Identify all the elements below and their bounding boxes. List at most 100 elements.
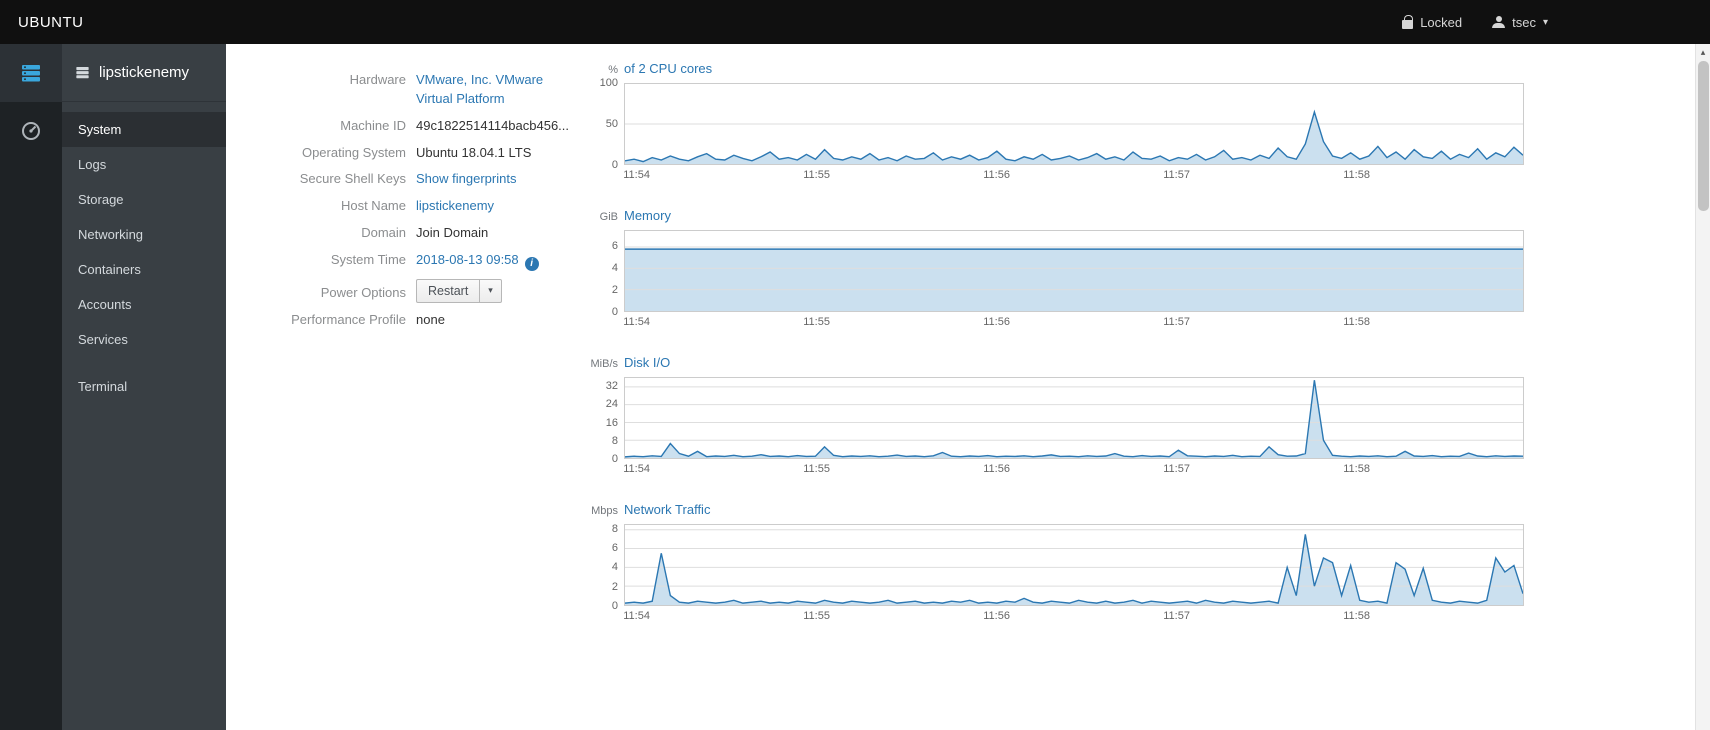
scrollbar[interactable]: ▴ bbox=[1695, 44, 1710, 730]
network-chart-title-link[interactable]: Network Traffic bbox=[624, 502, 710, 517]
y-tick-label: 2 bbox=[611, 284, 618, 297]
chart-network: Mbps Network Traffic 02468 11:54 11:55 11:… bbox=[590, 502, 1524, 625]
cpu-unit-label: % bbox=[608, 64, 618, 76]
disk-x-axis: 11:54 11:55 11:56 11:57 11:58 bbox=[623, 463, 1524, 478]
info-label: Hardware bbox=[349, 72, 406, 87]
x-tick-label: 11:57 bbox=[1163, 463, 1190, 475]
y-tick-label: 6 bbox=[611, 542, 618, 555]
y-tick-label: 50 bbox=[605, 118, 618, 130]
info-row-system-time: System Time 2018-08-13 09:58 i bbox=[226, 251, 590, 271]
info-row-hardware: Hardware VMware, Inc. VMware Virtual Pla… bbox=[226, 71, 590, 109]
info-label: Machine ID bbox=[340, 117, 406, 133]
disk-plot bbox=[624, 377, 1524, 459]
chart-disk-io: MiB/s Disk I/O 0 8 16 24 32 11:54 11:55 11:56 1… bbox=[590, 355, 1524, 478]
info-label: Secure Shell Keys bbox=[299, 171, 406, 187]
y-tick-label: 4 bbox=[611, 262, 618, 275]
x-tick-label: 11:58 bbox=[1343, 610, 1370, 622]
dashboard-gauge-icon bbox=[22, 122, 40, 140]
sidebar-item-services[interactable]: Services bbox=[62, 322, 226, 357]
charts-panel: % of 2 CPU cores 0 50 100 11:54 11:55 11:56 1… bbox=[590, 44, 1524, 730]
info-label: Operating System bbox=[301, 144, 406, 160]
restart-button[interactable]: Restart bbox=[416, 278, 481, 303]
user-menu-button[interactable]: tsec ▾ bbox=[1480, 9, 1560, 36]
power-options-split-button: Restart ▾ bbox=[416, 278, 502, 303]
memory-y-axis: 0 2 4 6 bbox=[590, 230, 624, 318]
sidebar-item-logs[interactable]: Logs bbox=[62, 147, 226, 182]
system-info-panel: Hardware VMware, Inc. VMware Virtual Pla… bbox=[226, 44, 590, 730]
sidebar-nav: System Logs Storage Networking Container… bbox=[62, 102, 226, 404]
chevron-down-icon: ▾ bbox=[1542, 16, 1548, 28]
x-tick-label: 11:56 bbox=[983, 463, 1010, 475]
power-options-dropdown-button[interactable]: ▾ bbox=[480, 278, 502, 303]
network-plot bbox=[624, 524, 1524, 606]
sidebar-item-system[interactable]: System bbox=[62, 112, 226, 147]
chart-memory: GiB Memory 0246 11:54 11:55 11:56 11:57 11:5… bbox=[590, 208, 1524, 331]
app-body: lipstickenemy System Logs Storage Networ… bbox=[0, 44, 1695, 730]
system-time-link[interactable]: 2018-08-13 09:58 bbox=[416, 252, 519, 267]
host-view-button[interactable] bbox=[0, 44, 62, 102]
info-label: System Time bbox=[330, 251, 406, 267]
x-tick-label: 11:54 bbox=[623, 463, 650, 475]
host-name-label: lipstickenemy bbox=[99, 64, 190, 81]
info-icon[interactable]: i bbox=[524, 256, 539, 271]
locked-button[interactable]: Locked bbox=[1390, 9, 1474, 36]
hardware-link[interactable]: VMware, Inc. VMware Virtual Platform bbox=[416, 71, 548, 109]
sidebar-item-storage[interactable]: Storage bbox=[62, 182, 226, 217]
machine-id-value: 49c1822514114bacb456... bbox=[416, 117, 570, 133]
brand-title: UBUNTU bbox=[18, 13, 84, 31]
memory-plot bbox=[624, 230, 1524, 312]
x-tick-label: 11:57 bbox=[1163, 169, 1190, 181]
performance-profile-value: none bbox=[416, 311, 445, 327]
locked-label: Locked bbox=[1420, 14, 1463, 30]
sidebar-item-terminal[interactable]: Terminal bbox=[62, 369, 226, 404]
os-value: Ubuntu 18.04.1 LTS bbox=[416, 144, 532, 160]
y-tick-label: 32 bbox=[605, 380, 618, 393]
chart-plot-svg bbox=[625, 231, 1523, 311]
cpu-plot bbox=[624, 83, 1524, 165]
chevron-down-icon: ▾ bbox=[488, 285, 493, 296]
info-row-power-options: Power Options Restart ▾ bbox=[226, 278, 590, 303]
top-bar: UBUNTU Locked tsec ▾ bbox=[0, 0, 1710, 44]
cpu-chart-title-link[interactable]: of 2 CPU cores bbox=[624, 61, 712, 76]
x-tick-label: 11:56 bbox=[983, 169, 1010, 181]
scrollbar-thumb[interactable] bbox=[1698, 61, 1709, 211]
cpu-x-axis: 11:54 11:55 11:56 11:57 11:58 bbox=[623, 169, 1524, 184]
x-tick-label: 11:56 bbox=[983, 316, 1010, 328]
user-icon bbox=[1492, 16, 1506, 28]
domain-value: Join Domain bbox=[416, 225, 489, 241]
x-tick-label: 11:55 bbox=[803, 610, 830, 622]
y-tick-label: 2 bbox=[611, 580, 618, 593]
info-row-operating-system: Operating System Ubuntu 18.04.1 LTS bbox=[226, 144, 590, 163]
main-content: Hardware VMware, Inc. VMware Virtual Pla… bbox=[226, 44, 1695, 730]
lock-icon bbox=[1402, 14, 1414, 29]
host-header[interactable]: lipstickenemy bbox=[62, 44, 226, 102]
network-x-axis: 11:54 11:55 11:56 11:57 11:58 bbox=[623, 610, 1524, 625]
host-name-link[interactable]: lipstickenemy bbox=[416, 198, 494, 213]
dashboard-view-button[interactable] bbox=[0, 102, 62, 160]
sidebar: lipstickenemy System Logs Storage Networ… bbox=[62, 44, 226, 730]
sidebar-item-accounts[interactable]: Accounts bbox=[62, 287, 226, 322]
y-tick-label: 0 bbox=[611, 453, 618, 465]
x-tick-label: 11:58 bbox=[1343, 169, 1370, 181]
sidebar-item-networking[interactable]: Networking bbox=[62, 217, 226, 252]
info-row-domain: Domain Join Domain bbox=[226, 224, 590, 243]
memory-chart-title-link[interactable]: Memory bbox=[624, 208, 671, 223]
show-fingerprints-link[interactable]: Show fingerprints bbox=[416, 171, 516, 186]
chart-plot-svg bbox=[625, 378, 1523, 458]
disk-chart-title-link[interactable]: Disk I/O bbox=[624, 355, 670, 370]
sidebar-item-containers[interactable]: Containers bbox=[62, 252, 226, 287]
memory-x-axis: 11:54 11:55 11:56 11:57 11:58 bbox=[623, 316, 1524, 331]
x-tick-label: 11:55 bbox=[803, 316, 830, 328]
scroll-up-icon[interactable]: ▴ bbox=[1696, 44, 1710, 58]
server-icon bbox=[22, 65, 40, 82]
disk-unit-label: MiB/s bbox=[590, 358, 619, 370]
y-tick-label: 0 bbox=[611, 159, 618, 171]
chart-plot-svg bbox=[625, 84, 1523, 164]
chart-plot-svg bbox=[625, 525, 1523, 605]
x-tick-label: 11:54 bbox=[623, 610, 650, 622]
y-tick-label: 6 bbox=[611, 240, 618, 253]
topbar-controls: Locked tsec ▾ bbox=[1390, 9, 1710, 36]
x-tick-label: 11:55 bbox=[803, 463, 830, 475]
info-label: Host Name bbox=[340, 198, 406, 214]
host-server-icon bbox=[76, 67, 89, 79]
